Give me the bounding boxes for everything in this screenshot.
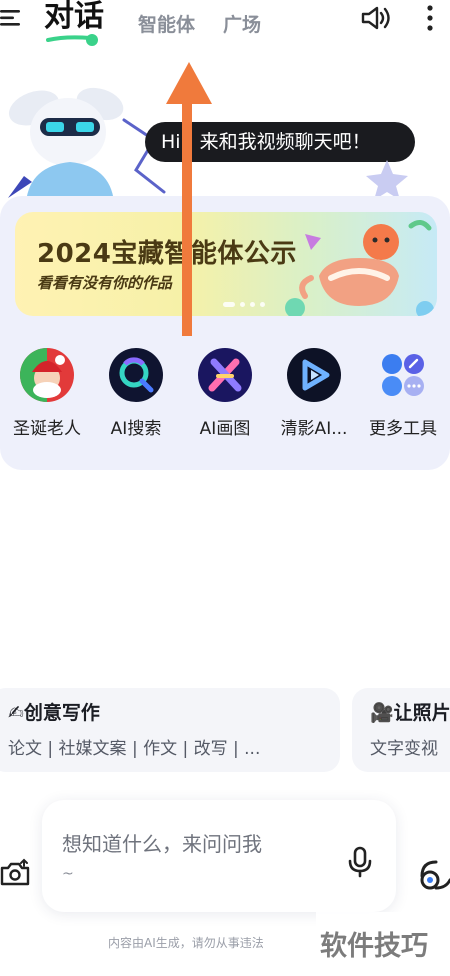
promo-banner[interactable]: 2024宝藏智能体公示 看看有没有你的作品 (15, 212, 437, 316)
top-bar: 对话 智能体 广场 (0, 0, 450, 48)
orange-up-arrow-annotation (166, 62, 212, 336)
watermark-text: 软件技巧 (320, 931, 428, 962)
tab-agent[interactable]: 智能体 (138, 10, 195, 37)
suggestion-title: ✍创意写作 (8, 702, 100, 724)
tool-santa[interactable]: 圣诞老人 (2, 348, 92, 439)
tool-row: 圣诞老人 AI搜索 AI画图 清影AI... 更多工具 (0, 348, 450, 439)
tool-ai-search[interactable]: AI搜索 (91, 348, 181, 439)
suggestion-card-writing[interactable]: ✍创意写作 论文 | 社媒文案 | 作文 | 改写 | ... (0, 688, 340, 772)
tool-label: AI搜索 (110, 419, 162, 439)
video-play-icon (287, 348, 341, 402)
ai-disclaimer: 内容由AI生成，请勿从事违法 (108, 936, 264, 950)
ai-search-icon (109, 348, 163, 402)
banner-pagination (223, 302, 265, 307)
more-vertical-icon[interactable] (424, 4, 436, 32)
ai-draw-icon (198, 348, 252, 402)
active-tab-dot (86, 34, 98, 46)
tool-label: 更多工具 (369, 419, 437, 439)
tool-video[interactable]: 清影AI... (269, 348, 359, 439)
suggestion-desc: 文字变视 (370, 739, 438, 759)
tab-chat[interactable]: 对话 (44, 0, 104, 34)
menu-icon[interactable] (0, 6, 24, 30)
speaker-icon[interactable] (360, 5, 392, 31)
video-call-icon[interactable] (418, 858, 450, 894)
suggestion-desc: 论文 | 社媒文案 | 作文 | 改写 | ... (8, 739, 261, 759)
chat-input[interactable]: 想知道什么，来问问我 ~ (42, 800, 396, 912)
more-tools-grid-icon (376, 348, 430, 402)
camera-upload-icon[interactable] (0, 858, 30, 888)
suggestion-title: 🎥让照片 (370, 702, 450, 724)
tool-more[interactable]: 更多工具 (358, 348, 448, 439)
tool-ai-draw[interactable]: AI画图 (180, 348, 270, 439)
suggestion-card-photo-video[interactable]: 🎥让照片 文字变视 (352, 688, 450, 772)
banner-illustration (285, 220, 434, 316)
santa-icon (20, 348, 74, 402)
tool-label: AI画图 (199, 419, 251, 439)
chat-input-hint: ~ (62, 866, 74, 882)
chat-input-placeholder: 想知道什么，来问问我 (62, 832, 262, 856)
microphone-icon[interactable] (348, 846, 372, 878)
tool-label: 清影AI... (280, 419, 348, 439)
watermark: 软件技巧 (316, 912, 450, 976)
tab-square[interactable]: 广场 (223, 10, 261, 37)
banner-subtitle: 看看有没有你的作品 (37, 274, 173, 292)
tool-label: 圣诞老人 (13, 419, 81, 439)
